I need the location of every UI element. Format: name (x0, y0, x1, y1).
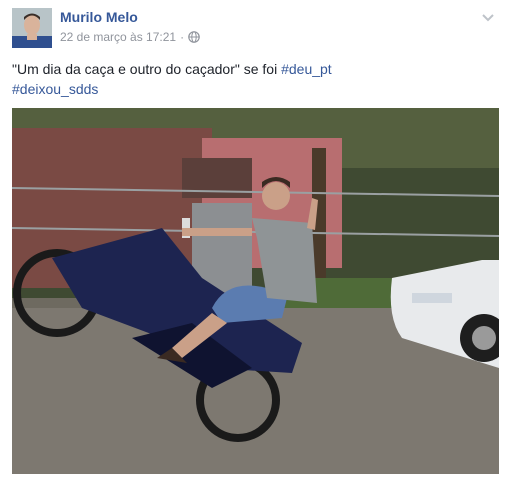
meta-separator: · (180, 30, 185, 44)
post-photo[interactable] (12, 108, 499, 474)
post-timestamp[interactable]: 22 de março às 17:21 (60, 30, 176, 44)
hashtag-deixou-sdds[interactable]: #deixou_sdds (12, 81, 98, 97)
globe-icon[interactable] (188, 31, 200, 43)
avatar[interactable] (12, 8, 52, 48)
post-caption: "Um dia da caça e outro do caçador" se f… (12, 59, 492, 99)
caption-text: "Um dia da caça e outro do caçador" se f… (12, 61, 282, 77)
feed-post: Murilo Melo 22 de março às 17:21 · "Um d… (0, 0, 505, 481)
author-name[interactable]: Murilo Melo (60, 9, 138, 25)
hashtag-deu-pt[interactable]: #deu_pt (281, 61, 332, 77)
post-meta: 22 de março às 17:21 · (60, 30, 200, 44)
chevron-down-icon[interactable] (481, 10, 495, 22)
